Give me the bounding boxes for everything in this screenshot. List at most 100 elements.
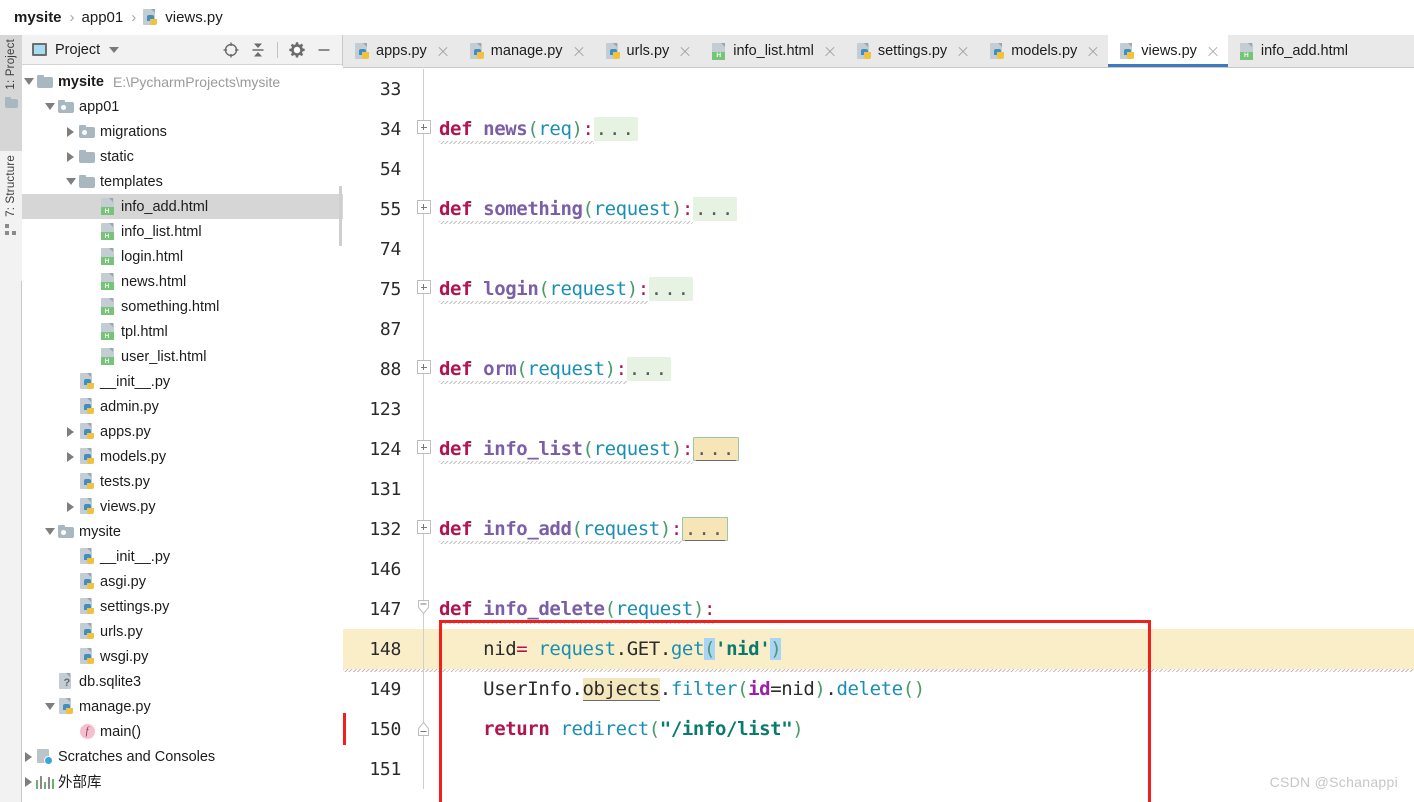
twisty-collapsed-icon[interactable] xyxy=(25,776,32,787)
tree-node-managepy[interactable]: manage.py xyxy=(22,694,343,719)
collapse-all-icon[interactable] xyxy=(246,38,270,62)
twisty-expanded-icon[interactable] xyxy=(65,178,76,185)
twisty-expanded-icon[interactable] xyxy=(44,528,55,535)
editor-tab-info_addhtml[interactable]: Hinfo_add.html xyxy=(1227,35,1365,67)
code-line[interactable]: 54 xyxy=(343,149,1414,189)
tree-twisty[interactable] xyxy=(43,694,56,719)
editor-tab-info_listhtml[interactable]: Hinfo_list.html xyxy=(700,35,845,67)
tree-twisty[interactable] xyxy=(43,519,56,544)
chevron-down-icon[interactable] xyxy=(109,46,120,53)
line-number[interactable]: 87 xyxy=(343,319,411,340)
folded-code-placeholder[interactable]: ... xyxy=(692,197,738,221)
project-panel-scrollbar[interactable] xyxy=(339,66,342,802)
code-line[interactable]: 123 xyxy=(343,389,1414,429)
code-line[interactable]: 148 nid= request.GET.get('nid') xyxy=(343,629,1414,669)
tree-twisty[interactable] xyxy=(85,219,98,244)
tree-node-[interactable]: 外部库 xyxy=(22,769,343,794)
code-text[interactable]: def info_add(request):... xyxy=(437,517,729,541)
tree-node-urlspy[interactable]: urls.py xyxy=(22,619,343,644)
code-line[interactable]: 87 xyxy=(343,309,1414,349)
code-lines[interactable]: 33 34 def news(req):... 54 55 def something(r… xyxy=(343,69,1414,789)
code-text[interactable]: def info_delete(request): xyxy=(437,598,715,620)
twisty-collapsed-icon[interactable] xyxy=(25,751,32,762)
tree-twisty[interactable] xyxy=(85,294,98,319)
fold-gutter[interactable] xyxy=(411,469,437,509)
line-number[interactable]: 147 xyxy=(343,599,411,620)
tree-node-__init__py[interactable]: __init__.py xyxy=(22,544,343,569)
tree-twisty[interactable] xyxy=(85,244,98,269)
tree-node-appspy[interactable]: apps.py xyxy=(22,419,343,444)
fold-gutter[interactable] xyxy=(411,189,437,229)
line-number[interactable]: 132 xyxy=(343,519,411,540)
tree-node-templates[interactable]: templates xyxy=(22,169,343,194)
code-line[interactable]: 149 UserInfo.objects.filter(id=nid).dele… xyxy=(343,669,1414,709)
tree-node-mysite[interactable]: mysite xyxy=(22,519,343,544)
tree-twisty[interactable] xyxy=(64,394,77,419)
tree-node-user_listhtml[interactable]: Huser_list.html xyxy=(22,344,343,369)
fold-expand-icon[interactable] xyxy=(416,360,431,374)
tree-twisty[interactable] xyxy=(22,744,35,769)
fold-expand-icon[interactable] xyxy=(416,520,431,534)
fold-gutter[interactable] xyxy=(411,309,437,349)
tree-twisty[interactable] xyxy=(64,719,77,744)
tree-twisty[interactable] xyxy=(64,569,77,594)
tree-twisty[interactable] xyxy=(64,494,77,519)
line-number[interactable]: 149 xyxy=(343,679,411,700)
tree-twisty[interactable] xyxy=(64,169,77,194)
code-text[interactable]: nid= request.GET.get('nid') xyxy=(437,638,782,660)
close-icon[interactable] xyxy=(436,44,450,58)
twisty-collapsed-icon[interactable] xyxy=(67,501,74,512)
line-number[interactable]: 34 xyxy=(343,119,411,140)
line-number[interactable]: 74 xyxy=(343,239,411,260)
line-number[interactable]: 131 xyxy=(343,479,411,500)
code-line[interactable]: 75 def login(request):... xyxy=(343,269,1414,309)
editor-tab-urlspy[interactable]: urls.py xyxy=(593,35,701,67)
code-text[interactable]: def something(request):... xyxy=(437,197,738,221)
fold-gutter[interactable] xyxy=(411,389,437,429)
editor-tab-modelspy[interactable]: models.py xyxy=(978,35,1109,67)
twisty-collapsed-icon[interactable] xyxy=(67,451,74,462)
minimize-icon[interactable] xyxy=(312,38,336,62)
tree-twisty[interactable] xyxy=(85,194,98,219)
tree-node-somethinghtml[interactable]: Hsomething.html xyxy=(22,294,343,319)
tree-twisty[interactable] xyxy=(64,469,77,494)
code-line[interactable]: 147 def info_delete(request): xyxy=(343,589,1414,629)
tree-twisty[interactable] xyxy=(43,94,56,119)
twisty-collapsed-icon[interactable] xyxy=(67,151,74,162)
tree-node-tplhtml[interactable]: Htpl.html xyxy=(22,319,343,344)
tree-node-modelspy[interactable]: models.py xyxy=(22,444,343,469)
tree-twisty[interactable] xyxy=(64,419,77,444)
tree-node-newshtml[interactable]: Hnews.html xyxy=(22,269,343,294)
twisty-collapsed-icon[interactable] xyxy=(67,426,74,437)
close-icon[interactable] xyxy=(572,44,586,58)
twisty-expanded-icon[interactable] xyxy=(23,78,34,85)
fold-expand-icon[interactable] xyxy=(416,200,431,214)
tree-twisty[interactable] xyxy=(64,119,77,144)
tree-node-static[interactable]: static xyxy=(22,144,343,169)
code-line[interactable]: 131 xyxy=(343,469,1414,509)
fold-gutter[interactable] xyxy=(411,749,437,789)
tree-node-dbsqlite3[interactable]: ? db.sqlite3 xyxy=(22,669,343,694)
tree-node-adminpy[interactable]: admin.py xyxy=(22,394,343,419)
line-number[interactable]: 55 xyxy=(343,199,411,220)
locate-icon[interactable] xyxy=(219,38,243,62)
tree-node-__init__py[interactable]: __init__.py xyxy=(22,369,343,394)
fold-gutter[interactable] xyxy=(411,269,437,309)
editor-tab-bar[interactable]: apps.py manage.py urls.py Hinfo_list.html se… xyxy=(343,35,1414,68)
tree-twisty[interactable] xyxy=(85,344,98,369)
breadcrumb-item-app01[interactable]: app01 xyxy=(82,9,124,26)
fold-gutter[interactable] xyxy=(411,429,437,469)
twisty-collapsed-icon[interactable] xyxy=(67,126,74,137)
close-icon[interactable] xyxy=(1086,44,1100,58)
line-number[interactable]: 75 xyxy=(343,279,411,300)
line-number[interactable]: 123 xyxy=(343,399,411,420)
twisty-expanded-icon[interactable] xyxy=(44,103,55,110)
tree-twisty[interactable] xyxy=(64,544,77,569)
folded-code-placeholder[interactable]: ... xyxy=(593,117,638,141)
line-number[interactable]: 148 xyxy=(343,639,411,660)
code-line[interactable]: 88 def orm(request):... xyxy=(343,349,1414,389)
line-number[interactable]: 124 xyxy=(343,439,411,460)
code-line[interactable]: 55 def something(request):... xyxy=(343,189,1414,229)
folded-code-placeholder[interactable]: ... xyxy=(681,517,729,541)
line-number[interactable]: 33 xyxy=(343,79,411,100)
